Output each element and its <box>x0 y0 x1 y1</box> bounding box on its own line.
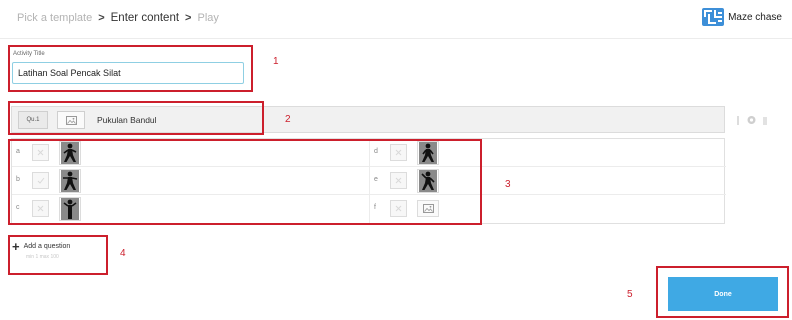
delete-icon[interactable] <box>762 112 768 130</box>
header-divider <box>0 38 792 39</box>
annotation-box-1 <box>8 45 253 92</box>
annotation-box-4 <box>8 235 108 275</box>
duplicate-icon[interactable] <box>746 112 757 130</box>
breadcrumb-pick-template[interactable]: Pick a template <box>17 12 92 24</box>
breadcrumb-play[interactable]: Play <box>197 12 218 24</box>
template-name: Maze chase <box>728 11 782 23</box>
chevron-right-icon: > <box>185 12 192 24</box>
annotation-box-5 <box>656 266 789 318</box>
reorder-icon[interactable] <box>735 112 741 130</box>
breadcrumb: Pick a template > Enter content > Play <box>17 12 219 24</box>
annotation-number-4: 4 <box>120 248 126 259</box>
annotation-number-5: 5 <box>627 289 633 300</box>
annotation-box-2 <box>8 101 264 135</box>
chevron-right-icon: > <box>98 12 105 24</box>
annotation-box-3 <box>8 139 482 225</box>
maze-icon <box>702 8 725 26</box>
template-switcher[interactable]: Maze chase <box>702 8 782 26</box>
annotation-number-3: 3 <box>505 179 511 190</box>
annotation-number-2: 2 <box>285 114 291 125</box>
annotation-number-1: 1 <box>273 56 279 67</box>
breadcrumb-enter-content[interactable]: Enter content <box>111 12 179 24</box>
question-tools <box>735 112 768 130</box>
